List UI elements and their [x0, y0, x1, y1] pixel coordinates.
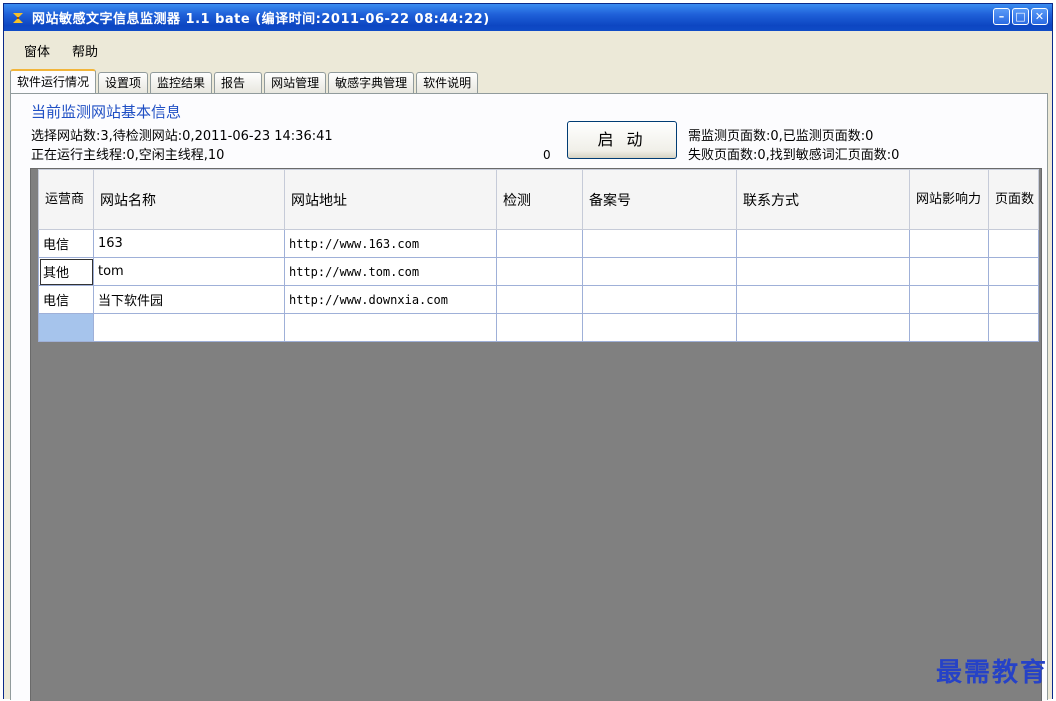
- tab-panel: 当前监测网站基本信息 选择网站数:3,待检测网站:0,2011-06-23 14…: [10, 93, 1048, 701]
- cell-check[interactable]: [496, 257, 583, 286]
- column-header-site-url[interactable]: 网站地址: [284, 169, 497, 230]
- app-icon: [10, 10, 26, 26]
- cell-site-url[interactable]: http://www.163.com: [284, 229, 497, 258]
- group-title: 当前监测网站基本信息: [31, 103, 182, 121]
- column-header-record-number[interactable]: 备案号: [582, 169, 737, 230]
- cell-site-url[interactable]: http://www.tom.com: [284, 257, 497, 286]
- cell-record-number[interactable]: [582, 229, 737, 258]
- cell-contact[interactable]: [736, 229, 910, 258]
- tab-dictionary-management[interactable]: 敏感字典管理: [328, 72, 415, 93]
- cell-contact[interactable]: [736, 257, 910, 286]
- cell-contact[interactable]: [736, 285, 910, 314]
- new-row-cell[interactable]: [736, 313, 910, 342]
- maximize-button[interactable]: □: [1012, 8, 1029, 25]
- table-header-row: 运营商 网站名称 网站地址 检测 备案号 联系方式 网站影响力 页面数: [38, 169, 1039, 230]
- menu-item-help[interactable]: 帮助: [70, 39, 100, 62]
- cell-influence[interactable]: [909, 229, 989, 258]
- cell-page-count[interactable]: [988, 257, 1039, 286]
- new-row[interactable]: [38, 313, 1039, 342]
- minimize-button[interactable]: –: [993, 8, 1010, 25]
- tab-monitor-results[interactable]: 监控结果: [150, 72, 213, 93]
- cell-carrier[interactable]: 其他: [38, 257, 94, 286]
- watermark: 最需教育: [935, 658, 1048, 688]
- tab-strip: 软件运行情况 设置项 监控结果 报告 网站管理 敏感字典管理 软件说明: [10, 69, 480, 93]
- window-title: 网站敏感文字信息监测器 1.1 bate (编译时间:2011-06-22 08…: [32, 12, 490, 27]
- tab-report[interactable]: 报告: [214, 72, 263, 93]
- column-header-contact[interactable]: 联系方式: [736, 169, 910, 230]
- data-grid-area[interactable]: 运营商 网站名称 网站地址 检测 备案号 联系方式 网站影响力 页面数 电信 1…: [30, 168, 1042, 701]
- cell-site-name[interactable]: 当下软件园: [93, 285, 285, 314]
- cell-record-number[interactable]: [582, 257, 737, 286]
- tab-settings[interactable]: 设置项: [98, 72, 149, 93]
- menu-item-window[interactable]: 窗体: [22, 39, 52, 62]
- table-row[interactable]: 其他 tom http://www.tom.com: [38, 257, 1039, 286]
- thread-info: 正在运行主线程:0,空闲主线程,10: [31, 148, 225, 163]
- cell-check[interactable]: [496, 229, 583, 258]
- cell-influence[interactable]: [909, 257, 989, 286]
- site-count-info: 选择网站数:3,待检测网站:0,2011-06-23 14:36:41: [31, 129, 333, 144]
- site-table: 运营商 网站名称 网站地址 检测 备案号 联系方式 网站影响力 页面数 电信 1…: [38, 169, 1039, 342]
- cell-influence[interactable]: [909, 285, 989, 314]
- column-header-site-name[interactable]: 网站名称: [93, 169, 285, 230]
- new-row-cell[interactable]: [909, 313, 989, 342]
- cell-site-name[interactable]: 163: [93, 229, 285, 258]
- window-controls: – □ ✕: [993, 8, 1048, 25]
- cell-record-number[interactable]: [582, 285, 737, 314]
- cell-page-count[interactable]: [988, 229, 1039, 258]
- column-header-page-count[interactable]: 页面数: [988, 169, 1039, 230]
- close-button[interactable]: ✕: [1031, 8, 1048, 25]
- cell-carrier[interactable]: 电信: [38, 285, 94, 314]
- tab-runtime-status[interactable]: 软件运行情况: [10, 69, 97, 93]
- cell-page-count[interactable]: [988, 285, 1039, 314]
- failure-count-info: 失败页面数:0,找到敏感词汇页面数:0: [688, 148, 900, 163]
- cell-site-name[interactable]: tom: [93, 257, 285, 286]
- title-bar[interactable]: 网站敏感文字信息监测器 1.1 bate (编译时间:2011-06-22 08…: [4, 4, 1052, 31]
- cell-site-url[interactable]: http://www.downxia.com: [284, 285, 497, 314]
- start-button[interactable]: 启 动: [567, 121, 677, 159]
- column-header-check[interactable]: 检测: [496, 169, 583, 230]
- new-row-cell[interactable]: [988, 313, 1039, 342]
- new-row-cell[interactable]: [582, 313, 737, 342]
- new-row-cell[interactable]: [38, 313, 94, 342]
- page-count-info: 需监测页面数:0,已监测页面数:0: [688, 129, 874, 144]
- table-row[interactable]: 电信 当下软件园 http://www.downxia.com: [38, 285, 1039, 314]
- new-row-cell[interactable]: [284, 313, 497, 342]
- table-row[interactable]: 电信 163 http://www.163.com: [38, 229, 1039, 258]
- new-row-cell[interactable]: [93, 313, 285, 342]
- app-window: 网站敏感文字信息监测器 1.1 bate (编译时间:2011-06-22 08…: [3, 3, 1053, 701]
- cell-carrier[interactable]: 电信: [38, 229, 94, 258]
- column-header-carrier[interactable]: 运营商: [38, 169, 94, 230]
- tab-site-management[interactable]: 网站管理: [264, 72, 327, 93]
- counter-label: 0: [543, 148, 551, 162]
- column-header-influence[interactable]: 网站影响力: [909, 169, 989, 230]
- menu-bar: 窗体 帮助: [4, 31, 1052, 69]
- new-row-cell[interactable]: [496, 313, 583, 342]
- tab-software-info[interactable]: 软件说明: [416, 72, 479, 93]
- cell-check[interactable]: [496, 285, 583, 314]
